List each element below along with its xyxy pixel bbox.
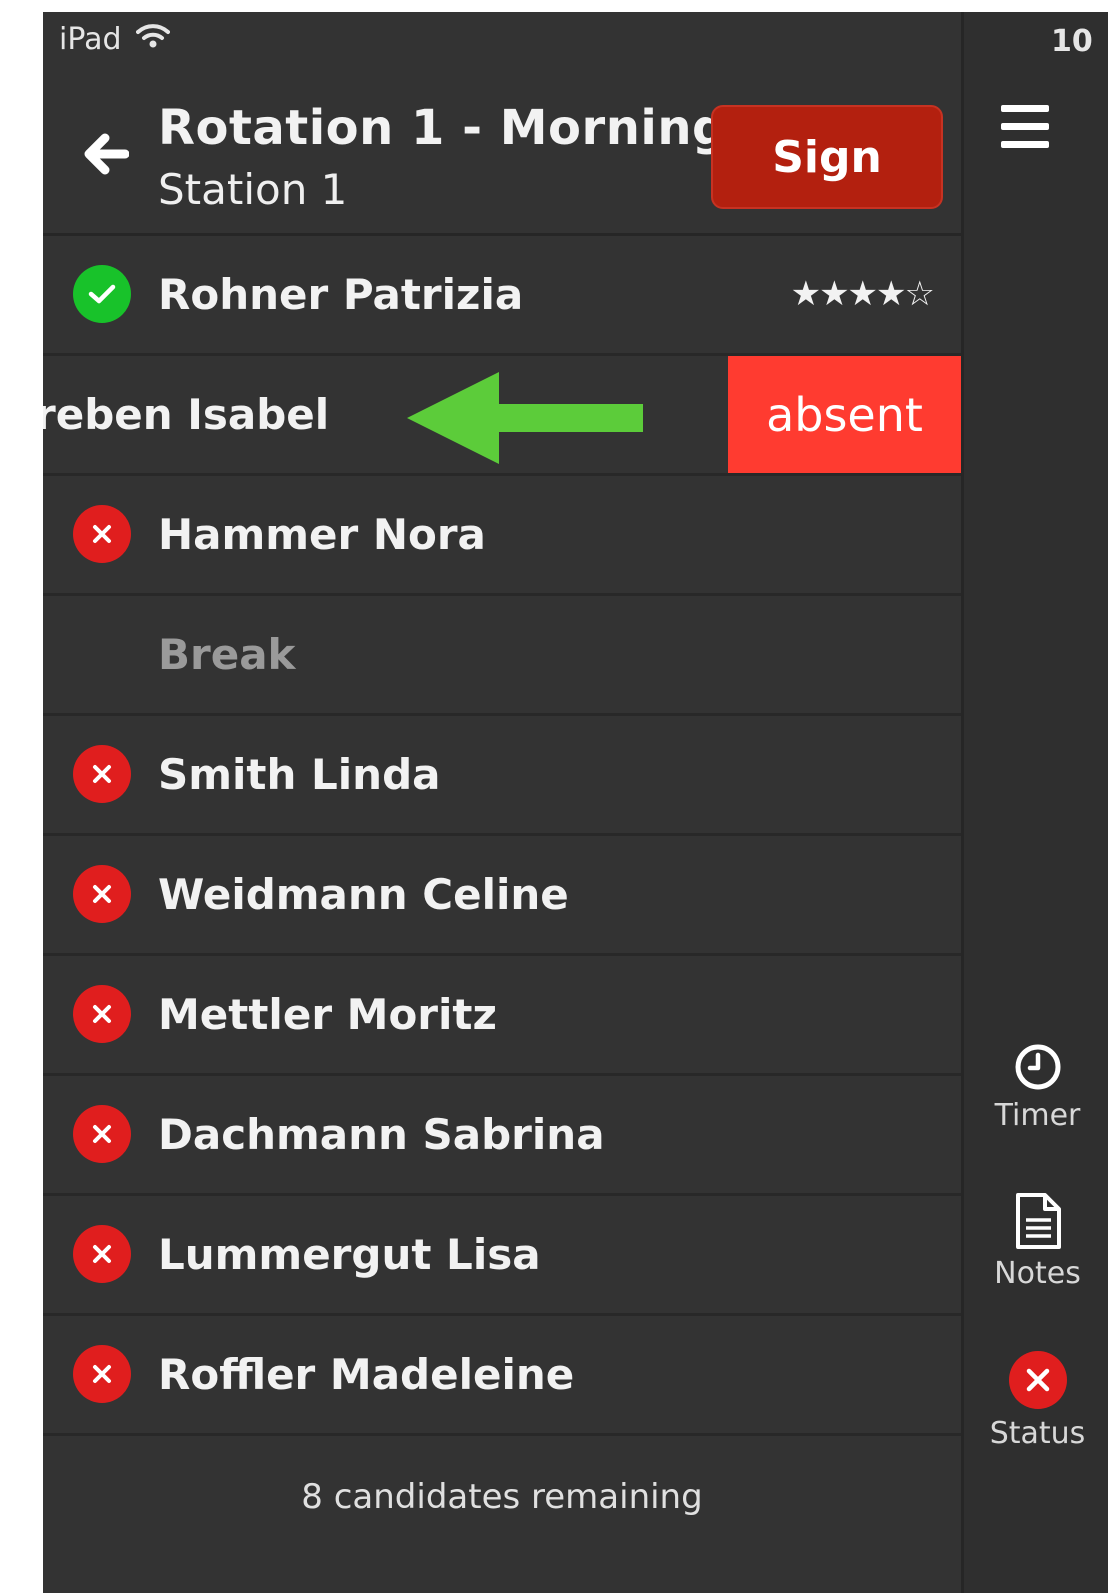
x-icon (73, 1345, 131, 1403)
timer-label: Timer (994, 1098, 1081, 1133)
candidate-row[interactable]: Mettler Moritz (43, 956, 961, 1076)
notes-icon (964, 1192, 1108, 1250)
candidate-name: Weidmann Celine (158, 870, 569, 919)
remaining-count: 8 candidates remaining (301, 1477, 703, 1517)
candidate-name: Hammer Nora (158, 510, 486, 559)
wifi-icon (135, 22, 170, 57)
page-title: Rotation 1 - Morning (158, 100, 727, 156)
clock-time: 10 (1051, 24, 1093, 59)
ipad-screen: iPad Rotation 1 - Morning Station 1 Sign (43, 12, 1108, 1593)
sidebar: 10 Timer Notes Status (961, 12, 1108, 1593)
candidate-row[interactable]: Rohner Patrizia ★★★★☆ (43, 236, 961, 356)
candidate-row[interactable]: Weidmann Celine (43, 836, 961, 956)
notes-label: Notes (994, 1256, 1081, 1291)
candidate-name: Lummergut Lisa (158, 1230, 541, 1279)
break-row: Break (43, 596, 961, 716)
candidate-name: Mettler Moritz (158, 990, 497, 1039)
notes-button[interactable]: Notes (964, 1192, 1108, 1291)
x-icon (73, 1105, 131, 1163)
candidate-name: Smith Linda (158, 750, 441, 799)
x-icon (73, 505, 131, 563)
device-label: iPad (59, 22, 122, 57)
candidate-row[interactable]: Dachmann Sabrina (43, 1076, 961, 1196)
candidate-name: Roffler Madeleine (158, 1350, 575, 1399)
candidate-row[interactable]: Roffler Madeleine (43, 1316, 961, 1436)
status-bar: iPad (59, 22, 170, 57)
candidate-row[interactable]: Lummergut Lisa (43, 1196, 961, 1316)
menu-icon[interactable] (1001, 105, 1049, 159)
x-icon (73, 1225, 131, 1283)
back-button[interactable] (79, 130, 131, 182)
candidate-row[interactable]: Hammer Nora (43, 476, 961, 596)
candidate-name: Dachmann Sabrina (158, 1110, 605, 1159)
candidate-name: reben Isabel (43, 390, 330, 439)
absent-button[interactable]: absent (728, 356, 961, 473)
candidate-name: Rohner Patrizia (158, 270, 524, 319)
sign-button[interactable]: Sign (711, 105, 943, 209)
main-panel: iPad Rotation 1 - Morning Station 1 Sign (43, 12, 961, 1593)
status-x-icon (964, 1350, 1108, 1410)
star-rating[interactable]: ★★★★☆ (791, 236, 935, 353)
timer-icon (964, 1042, 1108, 1092)
x-icon (73, 865, 131, 923)
back-arrow-icon (81, 132, 130, 180)
timer-button[interactable]: Timer (964, 1042, 1108, 1133)
x-icon (73, 745, 131, 803)
status-label: Status (989, 1416, 1086, 1451)
break-label: Break (158, 630, 296, 679)
candidate-row[interactable]: Smith Linda (43, 716, 961, 836)
candidate-row-swiped[interactable]: reben Isabel absent (43, 356, 961, 476)
x-icon (73, 985, 131, 1043)
check-icon (73, 265, 131, 323)
swipe-left-arrow-icon (407, 372, 643, 464)
status-button[interactable]: Status (964, 1350, 1108, 1451)
page-subtitle: Station 1 (158, 165, 348, 214)
